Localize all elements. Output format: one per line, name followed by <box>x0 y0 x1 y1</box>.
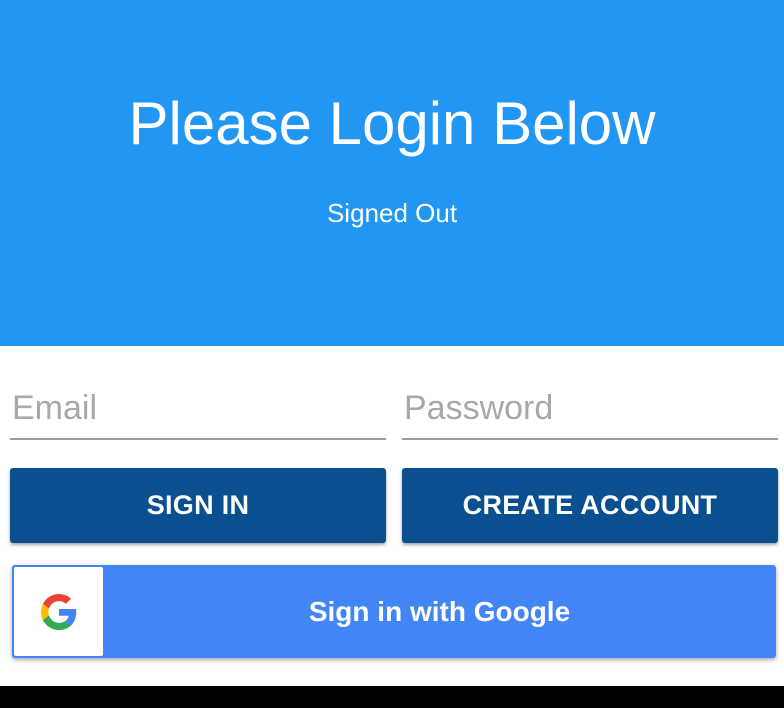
system-navigation-bar <box>0 686 784 708</box>
sign-in-button[interactable]: SIGN IN <box>10 468 386 543</box>
email-field[interactable] <box>10 384 386 440</box>
google-sign-in-button[interactable]: Sign in with Google <box>12 565 776 658</box>
google-sign-in-label: Sign in with Google <box>308 596 571 627</box>
page-title: Please Login Below <box>128 90 656 157</box>
google-g-icon <box>41 594 77 630</box>
header-banner: Please Login Below Signed Out <box>0 0 784 346</box>
password-field[interactable] <box>402 384 778 440</box>
auth-status-text: Signed Out <box>326 198 458 228</box>
google-logo-container <box>14 567 103 656</box>
create-account-button[interactable]: CREATE ACCOUNT <box>402 468 778 543</box>
